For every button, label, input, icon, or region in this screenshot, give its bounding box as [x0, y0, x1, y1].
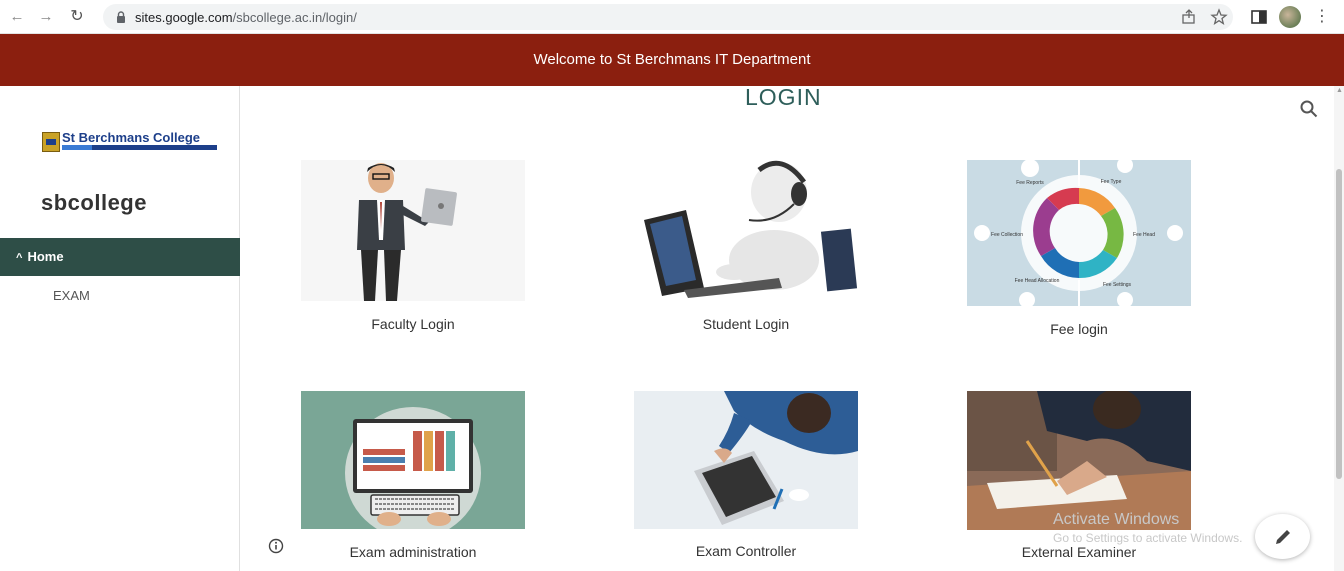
exam-controller-photo: [634, 391, 858, 529]
external-examiner-photo: [967, 391, 1191, 530]
college-logo[interactable]: St Berchmans College: [42, 130, 218, 156]
diagram-label-fee-collection: Fee Collection: [991, 232, 1023, 238]
profile-avatar[interactable]: [1279, 6, 1301, 28]
diagram-label-fee-head: Fee Head: [1133, 232, 1155, 238]
lock-icon: [117, 11, 125, 23]
edit-button[interactable]: [1255, 514, 1310, 559]
fee-cycle-diagram: Fee Reports Fee Type Fee Collection Fee …: [967, 160, 1191, 306]
student-illustration: [634, 160, 858, 301]
side-panel-icon[interactable]: [1250, 8, 1268, 26]
diagram-label-fee-head-allocation: Fee Head Allocation: [1015, 278, 1060, 284]
address-bar[interactable]: sites.google.com/sbcollege.ac.in/login/: [103, 4, 1233, 30]
card-label[interactable]: Fee login: [967, 321, 1191, 337]
card-label[interactable]: Exam administration: [301, 544, 525, 560]
info-icon[interactable]: [268, 538, 284, 554]
faculty-login-card[interactable]: Faculty Login: [301, 160, 525, 340]
url-text: sites.google.com/sbcollege.ac.in/login/: [135, 10, 357, 25]
page-title: LOGIN: [745, 84, 822, 110]
welcome-banner: Welcome to St Berchmans IT Department: [0, 34, 1344, 86]
faculty-illustration: [301, 160, 525, 301]
logo-strip: [62, 145, 217, 150]
watermark-line1: Activate Windows: [1053, 511, 1180, 528]
student-login-card[interactable]: Student Login: [634, 160, 858, 340]
chevron-up-icon[interactable]: ^: [16, 239, 22, 277]
url-host: sites.google.com: [135, 10, 233, 25]
scroll-up-icon[interactable]: ▲: [1336, 87, 1343, 94]
reload-icon[interactable]: ↻: [68, 8, 86, 26]
diagram-label-fee-reports: Fee Reports: [1016, 180, 1044, 186]
sidebar: St Berchmans College sbcollege ^ Home EXA…: [0, 86, 240, 571]
bookmark-star-icon[interactable]: [1210, 8, 1228, 26]
exam-administration-card[interactable]: Exam administration: [301, 391, 525, 571]
fee-login-card[interactable]: Fee Reports Fee Type Fee Collection Fee …: [967, 160, 1191, 345]
menu-kebab-icon[interactable]: ⋮: [1313, 8, 1331, 26]
card-label[interactable]: Exam Controller: [634, 543, 858, 559]
sidebar-item-label: Home: [27, 249, 64, 264]
browser-toolbar: ← → ↻ sites.google.com/sbcollege.ac.in/l…: [0, 0, 1344, 34]
forward-icon[interactable]: →: [37, 8, 55, 26]
exam-admin-illustration: [301, 391, 525, 529]
pencil-icon: [1276, 530, 1290, 544]
windows-activation-watermark: Activate Windows Go to Settings to activ…: [1053, 511, 1242, 545]
sidebar-item-home[interactable]: ^ Home: [0, 238, 240, 276]
sidebar-item-exam[interactable]: EXAM: [53, 288, 90, 303]
share-icon[interactable]: [1180, 8, 1198, 26]
site-name[interactable]: sbcollege: [41, 190, 147, 216]
url-path: /sbcollege.ac.in/login/: [232, 10, 357, 25]
logo-text: St Berchmans College: [62, 130, 200, 145]
diagram-label-fee-settings: Fee Settings: [1103, 282, 1132, 288]
watermark-line2: Go to Settings to activate Windows.: [1053, 531, 1243, 545]
college-crest-icon: [42, 132, 60, 152]
scrollbar-thumb[interactable]: [1336, 169, 1342, 479]
card-label[interactable]: External Examiner: [967, 544, 1191, 560]
exam-controller-card[interactable]: Exam Controller: [634, 391, 858, 571]
card-label[interactable]: Student Login: [634, 316, 858, 332]
back-icon[interactable]: ←: [8, 8, 26, 26]
card-label[interactable]: Faculty Login: [301, 316, 525, 332]
page-scrollbar[interactable]: ▲: [1334, 86, 1344, 571]
search-icon[interactable]: [1299, 99, 1319, 119]
diagram-label-fee-type: Fee Type: [1101, 179, 1122, 185]
